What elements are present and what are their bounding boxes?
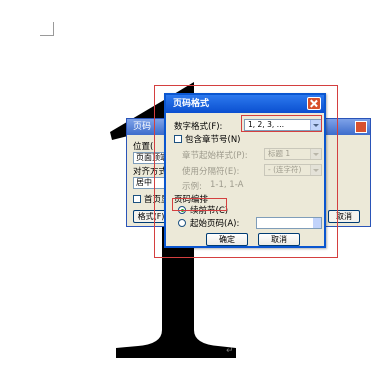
first-page-checkbox[interactable]	[133, 195, 141, 203]
position-label: 位置(	[133, 142, 154, 152]
paragraph-mark: ↵	[226, 346, 234, 356]
annotation-number-format-box	[241, 115, 322, 132]
page-number-close-button[interactable]	[355, 121, 367, 133]
annotation-outer-box	[154, 85, 338, 258]
margin-corner-mark	[40, 22, 54, 36]
annotation-continue-box	[172, 198, 227, 211]
